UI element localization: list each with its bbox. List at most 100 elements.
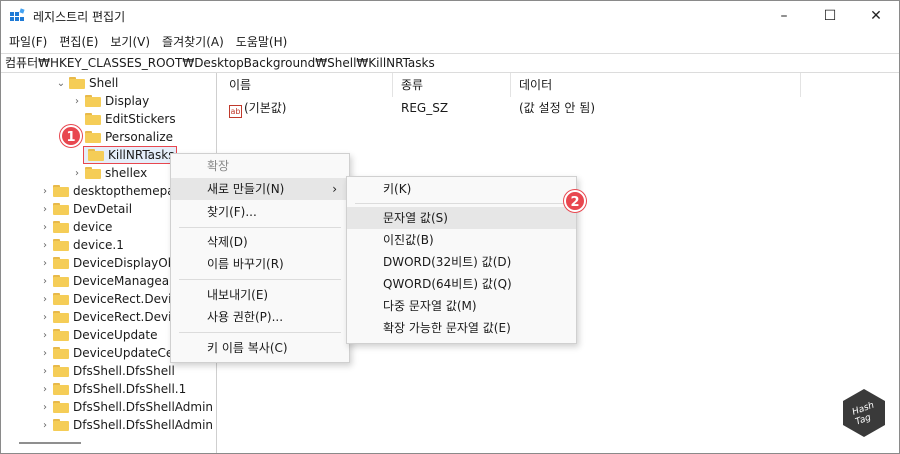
menu-item-rename[interactable]: 이름 바꾸기(R) bbox=[171, 253, 349, 275]
menu-favorites[interactable]: 즐겨찾기(A) bbox=[156, 31, 230, 53]
column-header-name[interactable]: 이름 bbox=[221, 73, 393, 97]
folder-icon bbox=[53, 401, 69, 413]
chevron-right-icon[interactable]: › bbox=[71, 164, 83, 182]
folder-icon bbox=[53, 329, 69, 341]
folder-icon bbox=[53, 365, 69, 377]
menu-item-find[interactable]: 찾기(F)... bbox=[171, 201, 349, 223]
step-badge-1: 1 bbox=[60, 125, 82, 147]
tree-item-label: EditStickers bbox=[105, 112, 176, 126]
chevron-down-icon[interactable]: ⌄ bbox=[55, 74, 67, 92]
tree-item-devicemanageab[interactable]: › DeviceManageab bbox=[39, 272, 177, 290]
chevron-right-icon[interactable]: › bbox=[39, 380, 51, 398]
tree-item-label: DeviceRect.Device bbox=[73, 292, 186, 306]
submenu-item-multi-string-value[interactable]: 다중 문자열 값(M) bbox=[347, 295, 576, 317]
chevron-right-icon[interactable]: › bbox=[39, 290, 51, 308]
menu-help[interactable]: 도움말(H) bbox=[230, 31, 294, 53]
menu-separator bbox=[179, 332, 341, 333]
tree-item-label: Shell bbox=[89, 76, 119, 90]
menu-item-permissions[interactable]: 사용 권한(P)... bbox=[171, 306, 349, 328]
folder-icon bbox=[85, 95, 101, 107]
tree-item-label: DfsShell.DfsShellAdmin bbox=[73, 418, 214, 432]
chevron-right-icon[interactable]: › bbox=[39, 182, 51, 200]
menu-item-delete[interactable]: 삭제(D) bbox=[171, 231, 349, 253]
menu-item-copy-key-name[interactable]: 키 이름 복사(C) bbox=[171, 337, 349, 359]
tree-item-desktopthemepac[interactable]: › desktopthemepac bbox=[39, 182, 181, 200]
column-header-type[interactable]: 종류 bbox=[393, 73, 511, 97]
chevron-right-icon[interactable]: › bbox=[71, 92, 83, 110]
value-type: REG_SZ bbox=[401, 101, 449, 115]
hashtag-watermark-logo: Hash Tag bbox=[843, 389, 885, 437]
folder-icon bbox=[53, 203, 69, 215]
tree-item-devicerect-1[interactable]: › DeviceRect.Device bbox=[39, 290, 185, 308]
tree-item-device-1[interactable]: › device.1 bbox=[39, 236, 124, 254]
registry-editor-app-icon bbox=[10, 8, 25, 21]
tree-item-killnrtasks[interactable]: KillNRTasks bbox=[83, 146, 178, 164]
window-title: 레지스트리 편집기 bbox=[33, 10, 126, 24]
submenu-item-dword-value[interactable]: DWORD(32비트) 값(D) bbox=[347, 251, 576, 273]
menu-separator bbox=[179, 227, 341, 228]
chevron-right-icon[interactable]: › bbox=[39, 398, 51, 416]
folder-icon bbox=[53, 347, 69, 359]
chevron-right-icon[interactable]: › bbox=[39, 344, 51, 362]
horizontal-scrollbar[interactable] bbox=[19, 442, 81, 444]
menu-edit[interactable]: 편집(E) bbox=[53, 31, 104, 53]
folder-icon bbox=[88, 149, 104, 161]
registry-editor-window: 레지스트리 편집기 – ☐ ✕ 파일(F) 편집(E) 보기(V) 즐겨찾기(A… bbox=[0, 0, 900, 454]
menu-separator bbox=[179, 279, 341, 280]
tree-item-personalize[interactable]: Personalize bbox=[83, 128, 173, 146]
tree-item-dfsshelladmin-2[interactable]: › DfsShell.DfsShellAdmin bbox=[39, 416, 213, 434]
tree-item-editstickers[interactable]: EditStickers bbox=[83, 110, 176, 128]
tree-item-deviceupdatecen[interactable]: › DeviceUpdateCen bbox=[39, 344, 181, 362]
title-bar: 레지스트리 편집기 – ☐ ✕ bbox=[1, 1, 899, 31]
menu-item-expand[interactable]: 확장 bbox=[171, 155, 349, 177]
menu-item-new[interactable]: 새로 만들기(N) › bbox=[171, 178, 349, 200]
tree-item-dfsshelladmin-1[interactable]: › DfsShell.DfsShellAdmin bbox=[39, 398, 213, 416]
tree-item-devdetail[interactable]: › DevDetail bbox=[39, 200, 132, 218]
submenu-item-qword-value[interactable]: QWORD(64비트) 값(Q) bbox=[347, 273, 576, 295]
menu-separator bbox=[355, 203, 568, 204]
tree-item-label: DeviceRect.Device bbox=[73, 310, 186, 324]
menu-view[interactable]: 보기(V) bbox=[104, 31, 156, 53]
tree-item-dfsshell-1[interactable]: › DfsShell.DfsShell.1 bbox=[39, 380, 186, 398]
tree-item-devicerect-2[interactable]: › DeviceRect.Device bbox=[39, 308, 185, 326]
folder-icon bbox=[53, 383, 69, 395]
tree-item-label: DeviceUpdate bbox=[73, 328, 158, 342]
chevron-right-icon[interactable]: › bbox=[39, 272, 51, 290]
maximize-button[interactable]: ☐ bbox=[807, 1, 853, 31]
chevron-right-icon[interactable]: › bbox=[39, 236, 51, 254]
value-row-name[interactable]: ab (기본값) bbox=[229, 98, 286, 118]
address-bar[interactable]: 컴퓨터₩HKEY_CLASSES_ROOT₩DesktopBackground₩… bbox=[1, 53, 899, 73]
new-submenu: 키(K) 문자열 값(S) 이진값(B) DWORD(32비트) 값(D) QW… bbox=[346, 176, 577, 344]
tree-item-label: Personalize bbox=[105, 130, 174, 144]
chevron-right-icon[interactable]: › bbox=[39, 362, 51, 380]
column-header-data[interactable]: 데이터 bbox=[511, 73, 801, 97]
submenu-item-binary-value[interactable]: 이진값(B) bbox=[347, 229, 576, 251]
minimize-button[interactable]: – bbox=[761, 1, 807, 31]
tree-item-device[interactable]: › device bbox=[39, 218, 112, 236]
chevron-right-icon[interactable]: › bbox=[39, 200, 51, 218]
step-badge-2: 2 bbox=[564, 190, 586, 212]
submenu-item-key[interactable]: 키(K) bbox=[347, 178, 576, 200]
menu-file[interactable]: 파일(F) bbox=[3, 31, 53, 53]
folder-icon bbox=[69, 77, 85, 89]
folder-icon bbox=[85, 167, 101, 179]
chevron-right-icon[interactable]: › bbox=[39, 308, 51, 326]
chevron-right-icon[interactable]: › bbox=[39, 218, 51, 236]
tree-item-deviceupdate[interactable]: › DeviceUpdate bbox=[39, 326, 158, 344]
tree-item-shell[interactable]: ⌄ Shell bbox=[55, 74, 118, 92]
submenu-item-string-value[interactable]: 문자열 값(S) bbox=[347, 207, 576, 229]
menu-item-export[interactable]: 내보내기(E) bbox=[171, 284, 349, 306]
tree-item-display[interactable]: › Display bbox=[71, 92, 149, 110]
tree-item-label: device.1 bbox=[73, 238, 124, 252]
submenu-item-expandable-string-value[interactable]: 확장 가능한 문자열 값(E) bbox=[347, 317, 576, 339]
chevron-right-icon[interactable]: › bbox=[39, 254, 51, 272]
chevron-right-icon[interactable]: › bbox=[39, 326, 51, 344]
chevron-right-icon[interactable]: › bbox=[39, 416, 51, 434]
tree-item-dfsshell[interactable]: › DfsShell.DfsShell bbox=[39, 362, 175, 380]
tree-item-label: device bbox=[73, 220, 113, 234]
tree-item-shellex[interactable]: › shellex bbox=[71, 164, 147, 182]
folder-icon bbox=[53, 185, 69, 197]
tree-item-devicedisplayobj[interactable]: › DeviceDisplayObj bbox=[39, 254, 179, 272]
context-menu: 확장 새로 만들기(N) › 찾기(F)... 삭제(D) 이름 바꾸기(R) … bbox=[170, 153, 350, 363]
close-button[interactable]: ✕ bbox=[853, 1, 899, 31]
